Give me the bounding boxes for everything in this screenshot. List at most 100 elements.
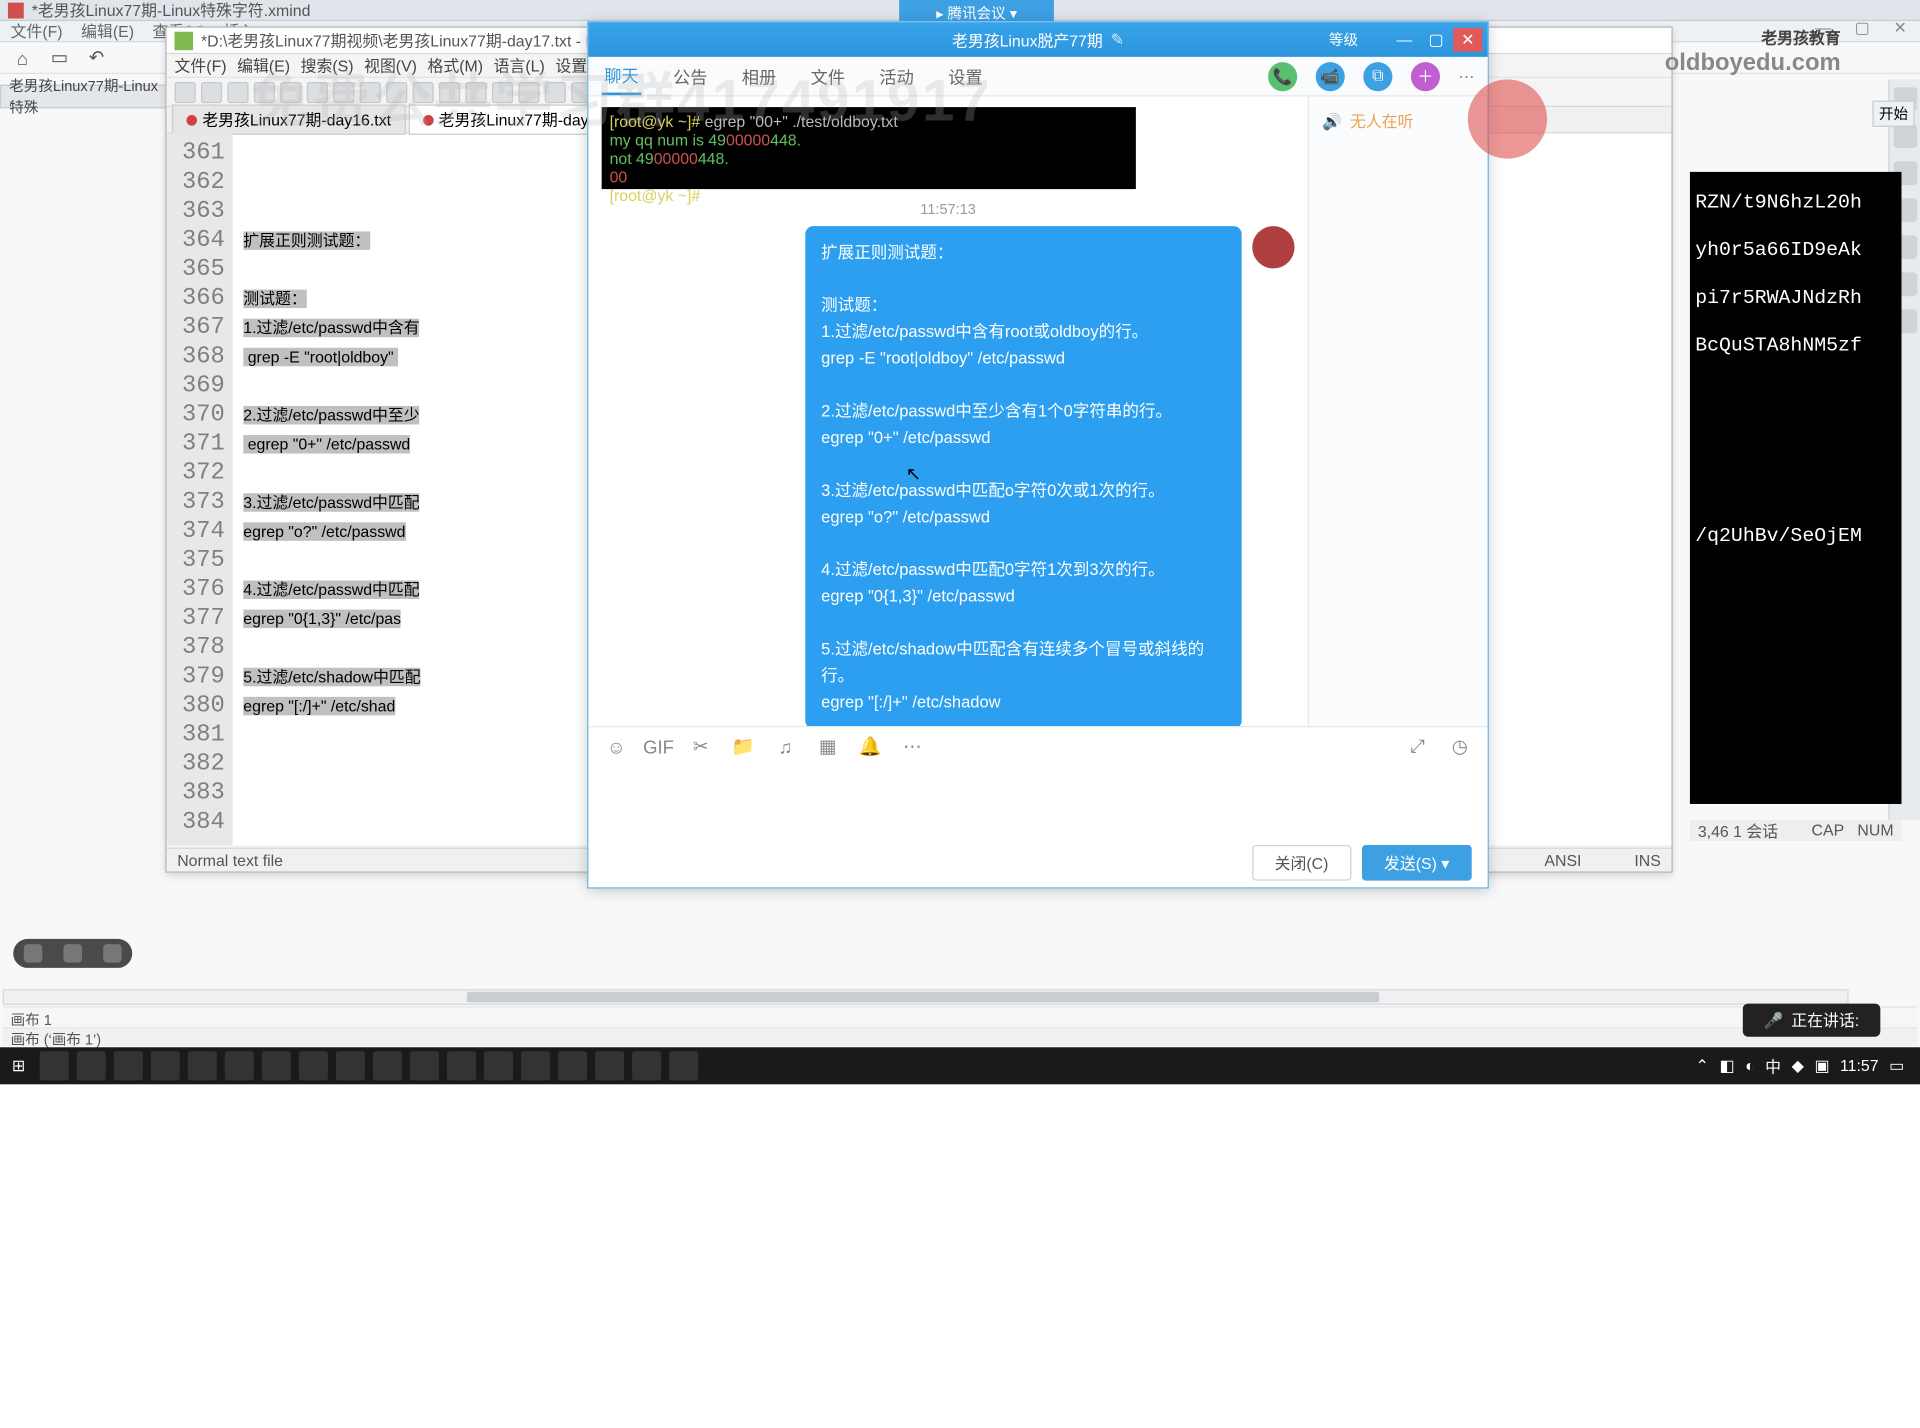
taskbar-app[interactable]: [151, 1051, 180, 1080]
start-button[interactable]: ⊞: [5, 1053, 31, 1079]
xmind-titlebar: *老男孩Linux77期-Linux特殊字符.xmind ▸ 腾讯会议 ▾: [0, 0, 1920, 21]
tb-open-icon[interactable]: [201, 81, 222, 102]
taskbar-app[interactable]: [299, 1051, 328, 1080]
tb-new-icon[interactable]: [175, 81, 196, 102]
chat-minimize-icon[interactable]: —: [1390, 28, 1419, 52]
message-row: 扩展正则测试题：测试题：1.过滤/etc/passwd中含有root或oldbo…: [602, 226, 1295, 726]
chat-maximize-icon[interactable]: ▢: [1421, 28, 1450, 52]
chat-close-icon[interactable]: ✕: [1453, 28, 1482, 52]
tray-icon[interactable]: ◐: [1745, 1057, 1755, 1076]
chat-sidebar: 🔊 无人在听: [1308, 97, 1488, 726]
taskbar-app[interactable]: [521, 1051, 550, 1080]
tb-save-icon[interactable]: [227, 81, 248, 102]
taskbar-app[interactable]: [410, 1051, 439, 1080]
maximize-icon[interactable]: ▢: [1855, 19, 1870, 38]
expand-icon[interactable]: ⤢: [1406, 735, 1430, 759]
menu-edit[interactable]: 编辑(E): [81, 20, 134, 42]
rt-pos: 3,46 1 会话: [1698, 819, 1778, 841]
home-icon[interactable]: ⌂: [11, 46, 35, 70]
status-filetype: Normal text file: [177, 851, 283, 870]
sidebar-header: 🔊 无人在听: [1317, 104, 1480, 137]
more-icon[interactable]: ⋯: [1459, 67, 1475, 86]
tool-icon[interactable]: [1893, 124, 1917, 148]
mic-icon: 🎤: [1764, 1011, 1784, 1030]
doc-icon[interactable]: ▭: [48, 46, 72, 70]
chat-titlebar[interactable]: 老男孩Linux脱产77期 ✎ 等级 — ▢ ✕: [588, 22, 1487, 56]
tray-chevron-icon[interactable]: ⌃: [1696, 1057, 1709, 1076]
taskbar-app[interactable]: [336, 1051, 365, 1080]
logo-top: 老男孩教育: [1761, 26, 1840, 48]
taskbar-app[interactable]: [114, 1051, 143, 1080]
xmind-canvas-bar: 画布 1: [3, 1006, 1918, 1027]
close-button[interactable]: 关闭(C): [1252, 844, 1351, 880]
taskbar-app[interactable]: [632, 1051, 661, 1080]
sender-avatar[interactable]: [1252, 226, 1294, 268]
more-tools-icon[interactable]: ⋯: [900, 735, 924, 759]
right-terminal[interactable]: RZN/t9N6hzL20hyh0r5a66ID9eAkpi7r5RWAJNdz…: [1690, 172, 1902, 804]
chat-buttons: 关闭(C) 发送(S) ▾: [588, 837, 1487, 887]
menu-file[interactable]: 文件(F): [11, 20, 63, 42]
xmind-app-icon: [8, 2, 24, 18]
gif-icon[interactable]: GIF: [647, 735, 671, 759]
taskbar-app[interactable]: [558, 1051, 587, 1080]
pill-icon[interactable]: [103, 944, 122, 963]
clock[interactable]: 11:57: [1840, 1057, 1879, 1076]
tray-icon[interactable]: ◧: [1719, 1057, 1734, 1076]
edit-icon[interactable]: ✎: [1111, 30, 1124, 49]
taskbar-app[interactable]: [595, 1051, 624, 1080]
folder-icon[interactable]: 📁: [731, 735, 755, 759]
send-button[interactable]: 发送(S) ▾: [1361, 844, 1471, 880]
video-icon[interactable]: 📹: [1316, 61, 1345, 90]
close-icon[interactable]: ✕: [1893, 19, 1906, 38]
chat-input[interactable]: [588, 766, 1487, 837]
image-icon[interactable]: ▦: [816, 735, 840, 759]
xmind-title: *老男孩Linux77期-Linux特殊字符.xmind: [32, 0, 311, 21]
chat-title-text: 老男孩Linux脱产77期: [952, 28, 1103, 50]
scroll-thumb[interactable]: [467, 992, 1379, 1003]
taskbar-app[interactable]: [225, 1051, 254, 1080]
line-gutter: 361 362 363 364 365 366 367 368 369 370 …: [167, 134, 233, 845]
rt-cap: CAP: [1812, 821, 1845, 840]
system-tray[interactable]: ⌃ ◧ ◐ 中 ◆ ▣ 11:57 ▭: [1696, 1055, 1915, 1077]
bell-icon[interactable]: 🔔: [858, 735, 882, 759]
call-icon[interactable]: 📞: [1268, 61, 1297, 90]
taskbar-app[interactable]: [262, 1051, 291, 1080]
history-icon[interactable]: ◷: [1448, 735, 1472, 759]
search-icon[interactable]: [40, 1051, 69, 1080]
pill-icon[interactable]: [63, 944, 82, 963]
send-dropdown-icon[interactable]: ▾: [1441, 854, 1449, 873]
watermark-text: 免费公共学习群417491917: [251, 53, 992, 138]
taskview-icon[interactable]: [77, 1051, 106, 1080]
speaking-indicator: 🎤 正在讲话:: [1742, 1004, 1880, 1037]
cursor-icon: ↖: [906, 463, 922, 485]
tray-icon[interactable]: ▣: [1814, 1057, 1829, 1076]
floating-toolbar[interactable]: [13, 939, 132, 968]
pill-icon[interactable]: [24, 944, 43, 963]
taskbar-app[interactable]: [669, 1051, 698, 1080]
message-bubble[interactable]: 扩展正则测试题：测试题：1.过滤/etc/passwd中含有root或oldbo…: [805, 226, 1241, 726]
tray-icon[interactable]: ◆: [1792, 1057, 1804, 1076]
emoji-icon[interactable]: ☺: [604, 735, 628, 759]
play-overlay-icon: [1468, 79, 1547, 158]
windows-taskbar[interactable]: ⊞ ⌃ ◧ ◐ 中 ◆ ▣ 11:57 ▭: [0, 1047, 1920, 1084]
xmind-hscrollbar[interactable]: [3, 989, 1849, 1005]
taskbar-app[interactable]: [484, 1051, 513, 1080]
start-button[interactable]: 开始: [1872, 100, 1914, 126]
taskbar-app[interactable]: [188, 1051, 217, 1080]
chat-window: 老男孩Linux脱产77期 ✎ 等级 — ▢ ✕ 聊天 公告 相册 文件 活动 …: [587, 21, 1489, 888]
taskbar-app[interactable]: [447, 1051, 476, 1080]
npp-app-icon: [175, 31, 194, 50]
xmind-file-tab[interactable]: 老男孩Linux77期-Linux特殊: [0, 85, 172, 109]
taskbar-app[interactable]: [373, 1051, 402, 1080]
notifications-icon[interactable]: ▭: [1889, 1057, 1904, 1076]
npp-menu-file[interactable]: 文件(F): [175, 54, 227, 76]
term-match: 00000: [654, 149, 698, 168]
ime-icon[interactable]: 中: [1765, 1055, 1781, 1077]
share-icon[interactable]: ⧉: [1363, 61, 1392, 90]
music-icon[interactable]: ♫: [774, 735, 798, 759]
add-icon[interactable]: ＋: [1411, 61, 1440, 90]
msg-timestamp: 11:57:13: [602, 202, 1295, 218]
scissors-icon[interactable]: ✂: [689, 735, 713, 759]
undo-icon[interactable]: ↶: [85, 46, 109, 70]
chat-messages[interactable]: [root@yk ~]# egrep "00+" ./test/oldboy.t…: [588, 97, 1307, 726]
